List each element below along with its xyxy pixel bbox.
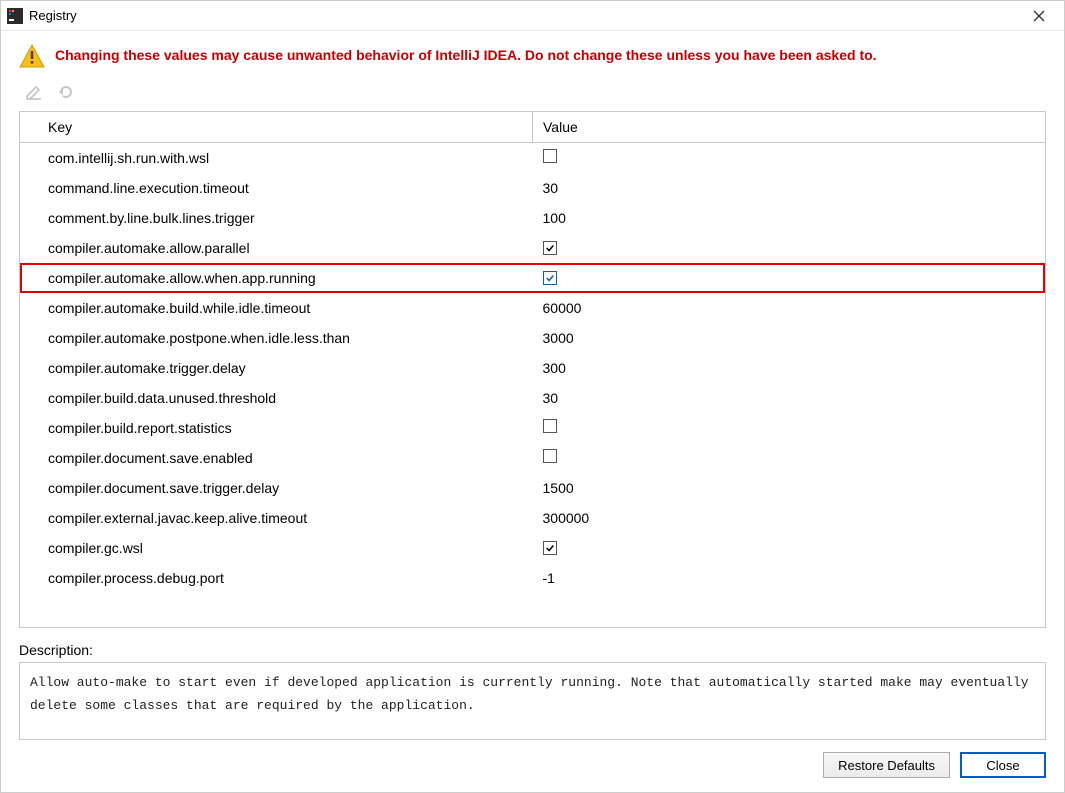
registry-value-text[interactable]: 1500 [543, 480, 574, 496]
registry-table-container: Key Value com.intellij.sh.run.with.wslco… [19, 111, 1046, 628]
window-title: Registry [29, 8, 77, 23]
button-bar: Restore Defaults Close [1, 740, 1064, 792]
registry-key-cell: compiler.document.save.enabled [20, 443, 533, 473]
registry-key-cell: command.line.execution.timeout [20, 173, 533, 203]
registry-key-cell: compiler.automake.allow.when.app.running [20, 263, 533, 293]
table-row[interactable]: compiler.document.save.trigger.delay 1500 [20, 473, 1045, 503]
registry-key-cell: compiler.process.debug.port [20, 563, 533, 593]
registry-value-cell[interactable] [533, 263, 1046, 293]
registry-value-cell[interactable] [533, 233, 1046, 263]
registry-table: Key Value com.intellij.sh.run.with.wslco… [20, 112, 1045, 593]
registry-key-cell: compiler.build.report.statistics [20, 413, 533, 443]
table-row[interactable]: compiler.external.javac.keep.alive.timeo… [20, 503, 1045, 533]
intellij-icon [7, 8, 23, 24]
registry-value-cell[interactable] [533, 443, 1046, 473]
warning-icon [19, 43, 45, 69]
registry-value-cell[interactable]: 100 [533, 203, 1046, 233]
edit-icon[interactable] [25, 83, 43, 101]
registry-value-text[interactable]: 100 [543, 210, 566, 226]
registry-value-checkbox[interactable] [543, 419, 557, 433]
description-label: Description: [19, 642, 1046, 658]
registry-value-text[interactable]: 60000 [543, 300, 582, 316]
table-row[interactable]: compiler.automake.postpone.when.idle.les… [20, 323, 1045, 353]
registry-value-text[interactable]: 30 [543, 180, 559, 196]
table-row[interactable]: com.intellij.sh.run.with.wsl [20, 143, 1045, 173]
close-button[interactable]: Close [960, 752, 1046, 778]
registry-value-checkbox[interactable] [543, 241, 557, 255]
registry-value-checkbox[interactable] [543, 149, 557, 163]
registry-key-cell: compiler.automake.allow.parallel [20, 233, 533, 263]
warning-banner: Changing these values may cause unwanted… [1, 31, 1064, 79]
registry-value-cell[interactable]: 300 [533, 353, 1046, 383]
table-row[interactable]: compiler.gc.wsl [20, 533, 1045, 563]
revert-icon[interactable] [57, 83, 75, 101]
registry-value-cell[interactable] [533, 533, 1046, 563]
registry-key-cell: compiler.document.save.trigger.delay [20, 473, 533, 503]
registry-value-cell[interactable] [533, 413, 1046, 443]
registry-key-cell: compiler.external.javac.keep.alive.timeo… [20, 503, 533, 533]
column-header-key[interactable]: Key [20, 112, 533, 143]
registry-value-text[interactable]: 300 [543, 360, 566, 376]
registry-value-checkbox[interactable] [543, 449, 557, 463]
table-row[interactable]: compiler.automake.allow.when.app.running [20, 263, 1045, 293]
registry-value-cell[interactable]: 30 [533, 173, 1046, 203]
titlebar: Registry [1, 1, 1064, 31]
registry-value-text[interactable]: 3000 [543, 330, 574, 346]
registry-value-text[interactable]: -1 [543, 570, 555, 586]
registry-value-text[interactable]: 30 [543, 390, 559, 406]
description-text: Allow auto-make to start even if develop… [19, 662, 1046, 740]
registry-key-cell: com.intellij.sh.run.with.wsl [20, 143, 533, 173]
registry-value-cell[interactable]: 1500 [533, 473, 1046, 503]
table-row[interactable]: compiler.process.debug.port -1 [20, 563, 1045, 593]
column-header-value[interactable]: Value [533, 112, 1046, 143]
table-row[interactable]: compiler.build.data.unused.threshold 30 [20, 383, 1045, 413]
table-row[interactable]: compiler.document.save.enabled [20, 443, 1045, 473]
registry-value-cell[interactable]: 300000 [533, 503, 1046, 533]
registry-value-cell[interactable]: 30 [533, 383, 1046, 413]
table-row[interactable]: comment.by.line.bulk.lines.trigger 100 [20, 203, 1045, 233]
registry-value-cell[interactable]: 60000 [533, 293, 1046, 323]
registry-value-text[interactable]: 300000 [543, 510, 590, 526]
registry-dialog: Registry Changing these values may cause… [0, 0, 1065, 793]
registry-table-scroll[interactable]: Key Value com.intellij.sh.run.with.wslco… [20, 112, 1045, 627]
registry-value-cell[interactable]: -1 [533, 563, 1046, 593]
description-panel: Description: Allow auto-make to start ev… [19, 642, 1046, 740]
registry-value-checkbox[interactable] [543, 271, 557, 285]
registry-key-cell: compiler.automake.postpone.when.idle.les… [20, 323, 533, 353]
registry-value-cell[interactable] [533, 143, 1046, 173]
table-row[interactable]: compiler.automake.build.while.idle.timeo… [20, 293, 1045, 323]
restore-defaults-button[interactable]: Restore Defaults [823, 752, 950, 778]
registry-key-cell: comment.by.line.bulk.lines.trigger [20, 203, 533, 233]
table-row[interactable]: compiler.build.report.statistics [20, 413, 1045, 443]
registry-value-cell[interactable]: 3000 [533, 323, 1046, 353]
registry-key-cell: compiler.build.data.unused.threshold [20, 383, 533, 413]
table-row[interactable]: compiler.automake.allow.parallel [20, 233, 1045, 263]
table-row[interactable]: command.line.execution.timeout 30 [20, 173, 1045, 203]
registry-key-cell: compiler.automake.trigger.delay [20, 353, 533, 383]
table-row[interactable]: compiler.automake.trigger.delay 300 [20, 353, 1045, 383]
toolbar [1, 79, 1064, 109]
registry-key-cell: compiler.gc.wsl [20, 533, 533, 563]
warning-text: Changing these values may cause unwanted… [55, 46, 877, 66]
registry-key-cell: compiler.automake.build.while.idle.timeo… [20, 293, 533, 323]
registry-value-checkbox[interactable] [543, 541, 557, 555]
titlebar-close-button[interactable] [1024, 1, 1054, 31]
